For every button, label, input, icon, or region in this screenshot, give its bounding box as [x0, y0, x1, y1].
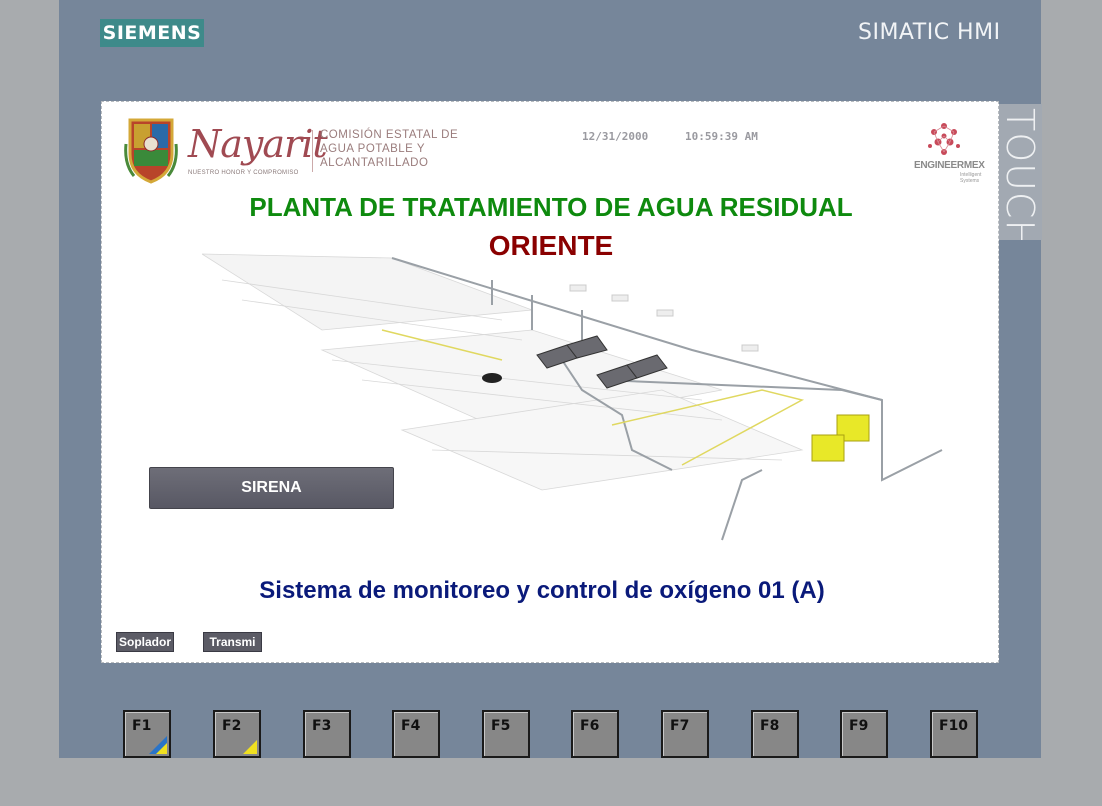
page-title: PLANTA DE TRATAMIENTO DE AGUA RESIDUAL — [249, 192, 853, 222]
coat-of-arms-icon — [124, 118, 178, 184]
touch-text: TOUCH — [998, 108, 1042, 240]
yellow-corner-icon — [243, 740, 257, 754]
siemens-logo: SIEMENS — [100, 19, 204, 47]
fkey-label: F3 — [312, 718, 332, 734]
system-date: 12/31/2000 — [582, 130, 649, 143]
function-key-f9[interactable]: F9 — [840, 710, 888, 758]
hmi-screen: Nayarit NUESTRO HONOR Y COMPROMISO COMIS… — [101, 101, 999, 663]
aeration-grid — [202, 253, 804, 491]
system-subtitle: Sistema de monitoreo y control de oxígen… — [259, 577, 825, 604]
plant-3d-diagram — [202, 253, 943, 541]
function-key-f6[interactable]: F6 — [571, 710, 619, 758]
fkey-label: F7 — [670, 718, 690, 734]
system-time: 10:59:39 AM — [685, 130, 758, 143]
nayarit-logo: Nayarit NUESTRO HONOR Y COMPROMISO COMIS… — [124, 114, 484, 188]
fkey-label: F2 — [222, 718, 242, 734]
function-key-f1[interactable]: F1 — [123, 710, 171, 758]
agency-line-1: COMISIÓN ESTATAL DE — [320, 129, 459, 141]
partner-tagline: Intelligent Systems — [960, 172, 982, 184]
product-label: SIMATIC HMI — [858, 20, 1001, 45]
nayarit-wordmark: Nayarit — [188, 122, 328, 166]
transmitter-button[interactable]: Transmi — [203, 632, 262, 652]
tanks — [811, 414, 870, 462]
function-key-f4[interactable]: F4 — [392, 710, 440, 758]
touch-label: TOUCH — [998, 104, 1042, 240]
function-key-f8[interactable]: F8 — [751, 710, 799, 758]
logo-divider — [312, 130, 313, 172]
fkey-label: F4 — [401, 718, 421, 734]
fkey-label: F1 — [132, 718, 152, 734]
blower-button[interactable]: Soplador — [116, 632, 174, 652]
agency-line-3: ALCANTARILLADO — [320, 157, 429, 169]
function-key-f7[interactable]: F7 — [661, 710, 709, 758]
fkey-label: F6 — [580, 718, 600, 734]
partner-name: ENGINEERMEX — [914, 160, 985, 171]
nayarit-motto: NUESTRO HONOR Y COMPROMISO — [188, 170, 299, 176]
molecule-logo-icon — [928, 123, 960, 155]
fkey-label: F10 — [939, 718, 969, 734]
function-key-f10[interactable]: F10 — [930, 710, 978, 758]
function-key-f3[interactable]: F3 — [303, 710, 351, 758]
agency-line-2: AGUA POTABLE Y — [320, 143, 426, 155]
engineermex-logo: ENGINEERMEX Intelligent Systems — [914, 122, 994, 184]
agency-name: COMISIÓN ESTATAL DE AGUA POTABLE Y ALCAN… — [320, 128, 480, 170]
fkey-label: F9 — [849, 718, 869, 734]
siren-button[interactable]: SIRENA — [149, 467, 394, 509]
function-key-f2[interactable]: F2 — [213, 710, 261, 758]
fkey-label: F8 — [760, 718, 780, 734]
function-key-f5[interactable]: F5 — [482, 710, 530, 758]
fkey-label: F5 — [491, 718, 511, 734]
blue-yellow-corner-icon — [149, 736, 167, 754]
